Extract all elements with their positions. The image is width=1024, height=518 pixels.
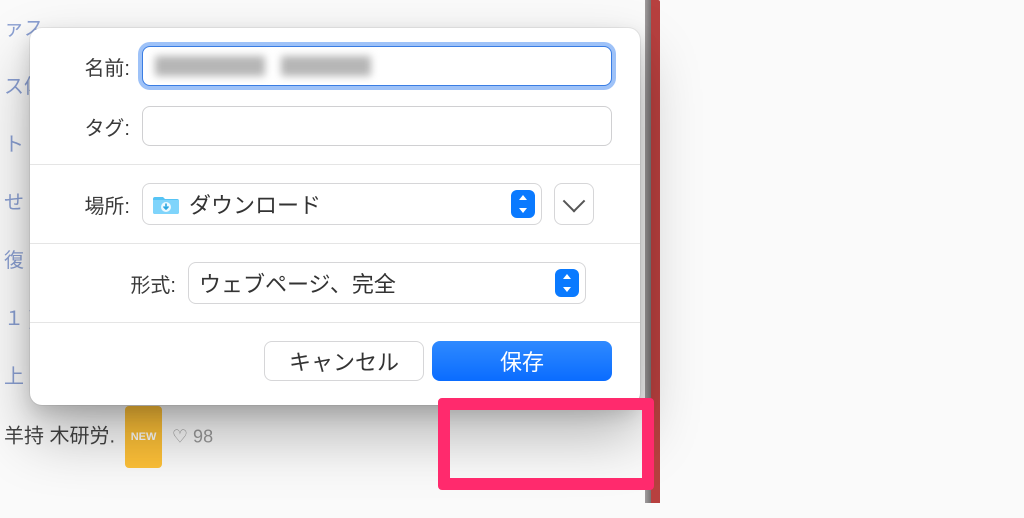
redacted-text: [281, 56, 371, 76]
location-field-row: 場所: ダウンロード: [58, 183, 612, 225]
location-section: 場所: ダウンロード: [30, 165, 640, 243]
downloads-folder-icon: [153, 193, 179, 215]
name-label: 名前:: [58, 52, 130, 81]
tag-label: タグ:: [58, 112, 130, 141]
save-dialog: 名前: タグ: 場所: ダウンロード: [30, 28, 640, 405]
location-value: ダウンロード: [189, 188, 511, 220]
name-tag-section: 名前: タグ:: [30, 28, 640, 164]
bg-bottom-text: 羊持 木研労.: [4, 425, 115, 447]
chevron-down-icon: [563, 190, 586, 213]
new-badge: NEW: [125, 406, 163, 468]
format-field-row: 形式: ウェブページ、完全: [58, 262, 612, 304]
tag-field-row: タグ:: [58, 106, 612, 146]
name-input[interactable]: [142, 46, 612, 86]
format-section: 形式: ウェブページ、完全: [30, 244, 640, 322]
format-value: ウェブページ、完全: [199, 267, 555, 299]
save-button[interactable]: 保存: [432, 341, 612, 381]
window-edge: [645, 0, 660, 503]
cancel-button[interactable]: キャンセル: [264, 341, 424, 381]
bg-bottom-line: 羊持 木研労. NEW ♡ 98: [4, 406, 1024, 468]
redacted-text: [155, 56, 265, 76]
bg-bottom-suffix: ♡ 98: [172, 426, 213, 446]
location-label: 場所:: [58, 190, 130, 219]
updown-icon: [511, 190, 535, 218]
button-row: キャンセル 保存: [30, 323, 640, 405]
name-field-row: 名前:: [58, 46, 612, 86]
updown-icon: [555, 269, 579, 297]
tag-input[interactable]: [142, 106, 612, 146]
location-select[interactable]: ダウンロード: [142, 183, 542, 225]
expand-button[interactable]: [554, 183, 594, 225]
format-label: 形式:: [58, 269, 176, 298]
format-select[interactable]: ウェブページ、完全: [188, 262, 586, 304]
